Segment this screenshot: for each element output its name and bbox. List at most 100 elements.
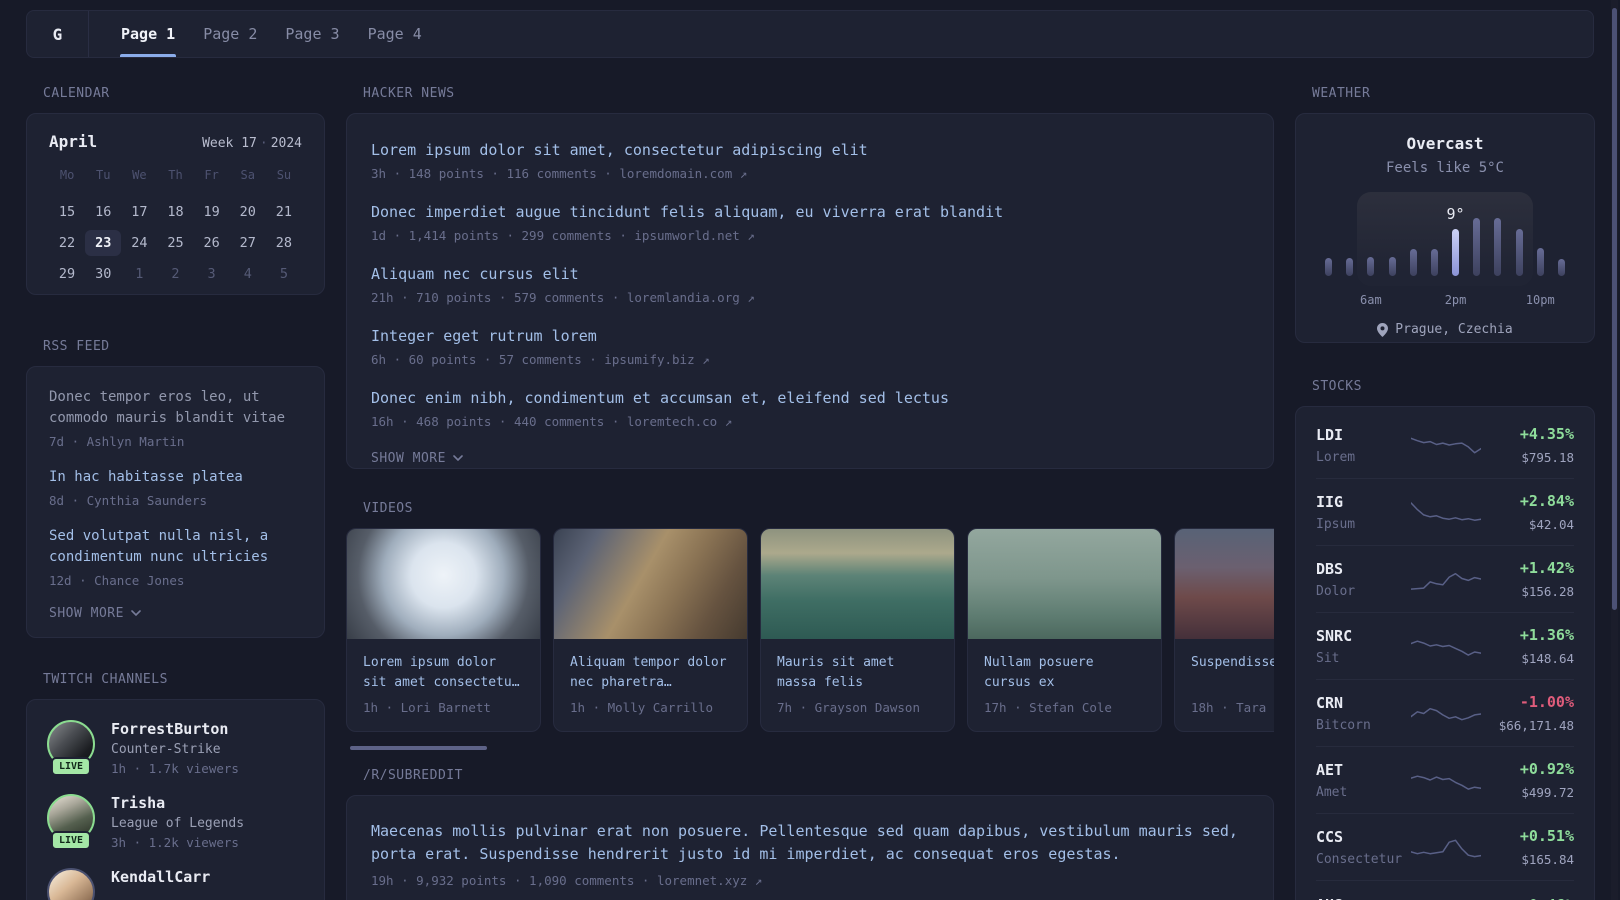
avatar	[47, 868, 95, 900]
page-tab[interactable]: Page 1	[107, 11, 189, 57]
chevron-down-icon	[453, 455, 463, 462]
hackernews-item-title[interactable]: Donec imperdiet augue tincidunt felis al…	[371, 203, 1249, 221]
stock-row[interactable]: CCS Consectetur +0.51% $165.84	[1316, 813, 1574, 880]
twitch-channel-row[interactable]: LIVE Trisha League of Legends 3h · 1.2k …	[47, 794, 304, 850]
stock-symbol: CCS	[1316, 827, 1344, 846]
dashboard-page: G Page 1 Page 2 Page 3 Page 4 CALENDAR Apri…	[0, 0, 1620, 900]
stock-price: $795.18	[1521, 450, 1574, 465]
video-title[interactable]: Mauris sit amet massa felis	[777, 653, 938, 693]
stock-symbol: DBS	[1316, 559, 1344, 578]
twitch-widget: LIVE ForrestBurton Counter-Strike 1h · 1…	[26, 699, 325, 900]
video-card[interactable]: Suspendisse diam 18h · Tara	[1174, 528, 1274, 732]
video-thumbnail[interactable]	[347, 529, 540, 639]
stocks-section: STOCKS LDI Lorem +4.35% $795.18 IIG Ipsu…	[1295, 379, 1595, 900]
calendar-week: Week 17	[202, 136, 257, 151]
reddit-post-meta: 19h · 9,932 points · 1,090 comments · lo…	[371, 873, 763, 888]
weather-bar-slot	[1557, 192, 1565, 286]
rss-list: Donec tempor eros leo, ut commodo mauris…	[49, 387, 302, 588]
calendar-week-year: Week 17 · 2024	[202, 136, 302, 151]
video-thumbnail[interactable]	[761, 529, 954, 639]
stock-row[interactable]: LDI Lorem +4.35% $795.18	[1316, 412, 1574, 478]
hackernews-item-title[interactable]: Aliquam nec cursus elit	[371, 265, 1249, 283]
hackernews-heading: HACKER NEWS	[363, 86, 455, 101]
video-thumbnail[interactable]	[1175, 529, 1274, 639]
stock-symbol: AHS	[1316, 896, 1411, 900]
stock-row[interactable]: DBS Dolor +1.42% $156.28	[1316, 545, 1574, 612]
rss-show-more-button[interactable]: SHOW MORE	[49, 606, 302, 621]
page-tab[interactable]: Page 3	[271, 11, 353, 57]
weather-location: Prague, Czechia	[1325, 322, 1565, 337]
twitch-channel-meta: 1h · 1.7k viewers	[111, 761, 239, 776]
page-tab[interactable]: Page 4	[354, 11, 436, 57]
rss-item-title[interactable]: Sed volutpat nulla nisl, a condimentum n…	[49, 526, 302, 568]
video-thumbnail[interactable]	[968, 529, 1161, 639]
calendar-day: 15	[58, 204, 76, 220]
stock-change: +1.42%	[1519, 559, 1574, 577]
weekday-label: Su	[276, 168, 292, 182]
twitch-channel-category: Counter-Strike	[111, 742, 221, 757]
weather-time-label: 6am	[1360, 293, 1382, 307]
stock-symbol: IIG	[1316, 492, 1344, 511]
page-tab[interactable]: Page 2	[189, 11, 271, 57]
stock-name: Lorem	[1316, 449, 1356, 465]
stock-row[interactable]: AHS +0.46%	[1316, 880, 1574, 900]
hackernews-item-meta: 16h · 468 points · 440 comments · loremt…	[371, 414, 733, 429]
video-meta: 17h · Stefan Cole	[984, 700, 1112, 715]
video-title[interactable]: Aliquam tempor dolor nec pharetra…	[570, 653, 731, 693]
stock-row[interactable]: AET Amet +0.92% $499.72	[1316, 746, 1574, 813]
stock-row[interactable]: CRN Bitcorn -1.00% $66,171.48	[1316, 679, 1574, 746]
page-scrollbar-thumb[interactable]	[1612, 8, 1617, 610]
calendar-day-grid: 15 16 17 18 19 20 21 22 23 24 25 26 27 28 29 30 1 2 3 4 5	[49, 199, 302, 287]
hackernews-widget: Lorem ipsum dolor sit amet, consectetur …	[346, 113, 1274, 469]
video-title[interactable]: Suspendisse diam	[1191, 653, 1274, 693]
stock-price: $66,171.48	[1498, 718, 1574, 733]
calendar-weekday-row: Mo Tu We Th Fr Sa Su	[49, 165, 302, 185]
rss-item-title[interactable]: Donec tempor eros leo, ut commodo mauris…	[49, 387, 302, 429]
hackernews-item: Donec imperdiet augue tincidunt felis al…	[371, 203, 1249, 243]
videos-scrollbar[interactable]	[350, 746, 487, 750]
video-card[interactable]: Mauris sit amet massa felis 7h · Grayson…	[760, 528, 955, 732]
video-card[interactable]: Aliquam tempor dolor nec pharetra… 1h · …	[553, 528, 748, 732]
weather-bar-slot: 9° 2pm	[1445, 192, 1467, 307]
stock-change: +0.46%	[1481, 896, 1574, 900]
hackernews-item-meta: 21h · 710 points · 579 comments · loreml…	[371, 290, 755, 305]
hackernews-show-more-button[interactable]: SHOW MORE	[371, 451, 1249, 466]
calendar-heading: CALENDAR	[43, 86, 110, 101]
rss-item-meta: 8d · Cynthia Saunders	[49, 493, 208, 508]
calendar-day: 5	[279, 266, 288, 282]
twitch-channel-name[interactable]: Trisha	[111, 794, 244, 812]
twitch-channel-name[interactable]: ForrestBurton	[111, 720, 239, 738]
twitch-channel-row[interactable]: KendallCarr	[47, 868, 304, 900]
twitch-section: TWITCH CHANNELS LIVE ForrestBurton Count…	[26, 672, 325, 900]
weather-bar-slot: 10pm	[1526, 192, 1555, 307]
right-column: WEATHER Overcast Feels like 5°C 6am 9° 2…	[1295, 86, 1595, 900]
weekday-label: Tu	[95, 168, 111, 182]
weather-bar	[1452, 229, 1460, 276]
rss-item: Sed volutpat nulla nisl, a condimentum n…	[49, 526, 302, 588]
hackernews-item: Lorem ipsum dolor sit amet, consectetur …	[371, 141, 1249, 181]
twitch-list: LIVE ForrestBurton Counter-Strike 1h · 1…	[47, 720, 304, 900]
calendar-day: 30	[95, 266, 112, 282]
weather-bar	[1388, 257, 1396, 276]
hackernews-item-title[interactable]: Lorem ipsum dolor sit amet, consectetur …	[371, 141, 1249, 159]
subreddit-widget: Maecenas mollis pulvinar erat non posuer…	[346, 795, 1274, 900]
hackernews-item-title[interactable]: Integer eget rutrum lorem	[371, 327, 1249, 345]
stock-change: +0.92%	[1519, 760, 1574, 778]
stock-row[interactable]: SNRC Sit +1.36% $148.64	[1316, 612, 1574, 679]
twitch-channel-row[interactable]: LIVE ForrestBurton Counter-Strike 1h · 1…	[47, 720, 304, 776]
stock-row[interactable]: IIG Ipsum +2.84% $42.04	[1316, 478, 1574, 545]
video-card[interactable]: Nullam posuere cursus ex 17h · Stefan Co…	[967, 528, 1162, 732]
video-title[interactable]: Lorem ipsum dolor sit amet consectetu…	[363, 653, 524, 693]
video-title[interactable]: Nullam posuere cursus ex	[984, 653, 1145, 693]
video-thumbnail[interactable]	[554, 529, 747, 639]
videos-carousel: Lorem ipsum dolor sit amet consectetu… 1…	[346, 528, 1274, 732]
hackernews-item-title[interactable]: Donec enim nibh, condimentum et accumsan…	[371, 389, 1249, 407]
app-logo[interactable]: G	[27, 11, 89, 57]
weekday-label: Sa	[240, 168, 255, 182]
video-card[interactable]: Lorem ipsum dolor sit amet consectetu… 1…	[346, 528, 541, 732]
rss-item-title[interactable]: In hac habitasse platea	[49, 467, 302, 488]
twitch-channel-name[interactable]: KendallCarr	[111, 868, 210, 886]
weather-temp-label: 9°	[1446, 205, 1465, 223]
calendar-day: 4	[243, 266, 252, 282]
reddit-post-title[interactable]: Maecenas mollis pulvinar erat non posuer…	[371, 820, 1249, 866]
